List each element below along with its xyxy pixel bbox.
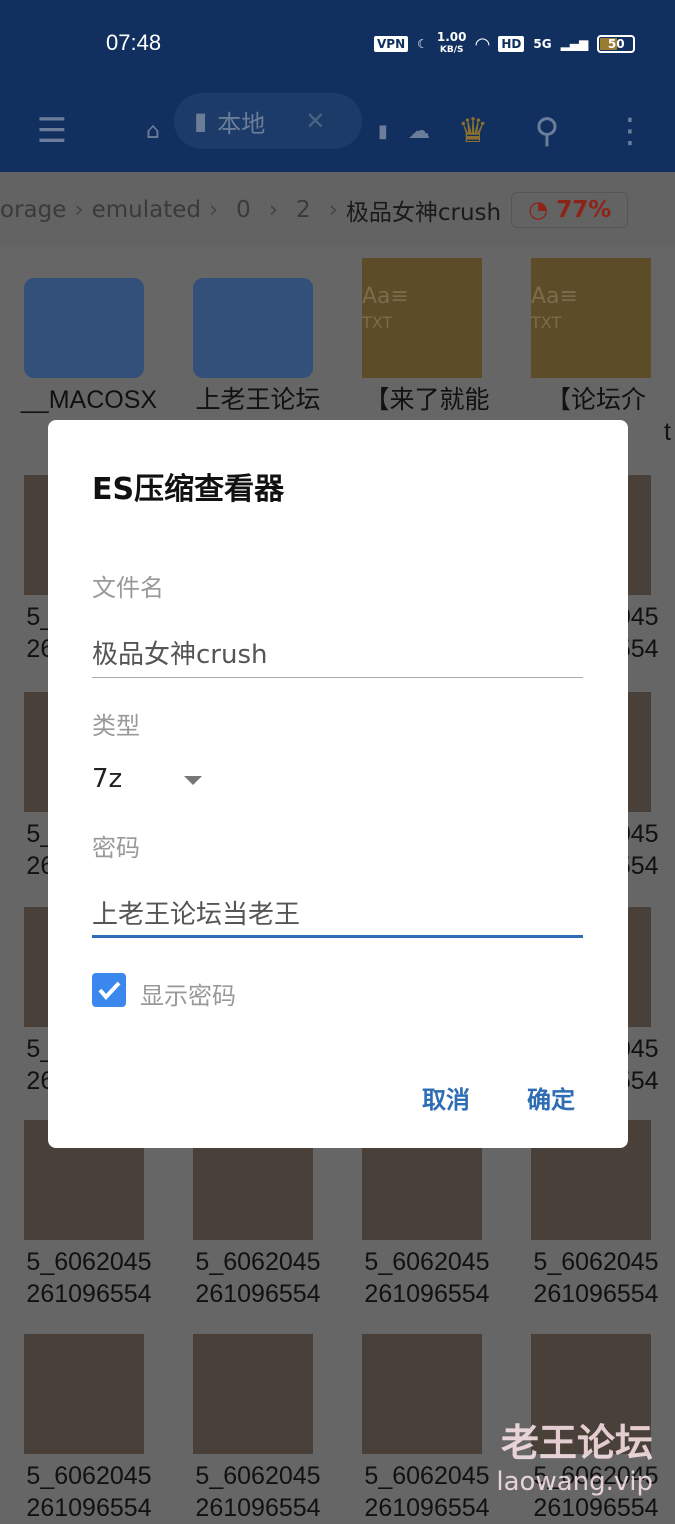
cloud-icon[interactable]: ☁ [404,90,434,172]
check-icon [98,981,121,1001]
tab-local[interactable]: ▮ 本地 ✕ [174,93,362,149]
password-input[interactable]: 上老王论坛当老王 [92,894,300,931]
ok-button[interactable]: 确定 [527,1080,575,1115]
crumb-0[interactable]: 0 [236,197,251,223]
clock: 07:48 [106,30,162,55]
show-password-checkbox[interactable] [92,973,126,1007]
cancel-button[interactable]: 取消 [422,1080,470,1115]
menu-button[interactable]: ☰ [22,90,82,172]
file-name[interactable]: 5_6062045261096554 [14,1460,164,1524]
file-name[interactable]: 5_6062045261096554 [183,1246,333,1310]
image-thumbnail[interactable] [193,1334,313,1454]
txt-glyph: Aa≡ TXT [362,284,409,332]
crumb-emulated[interactable]: emulated [92,197,201,223]
storage-usage-button[interactable]: ◔ 77% [511,191,629,228]
folder-icon[interactable] [193,278,313,378]
show-password-label[interactable]: 显示密码 [140,976,236,1011]
filename-label: 文件名 [92,574,164,602]
file-name[interactable]: 5_6062045261096554 [352,1460,502,1524]
file-name[interactable]: 5_6062045261096554 [183,1460,333,1524]
pie-chart-icon: ◔ [528,196,549,223]
file-name[interactable]: 5_6062045261096554 [521,1246,671,1310]
more-icon[interactable]: ⋮ [610,90,650,172]
file-name[interactable]: __MACOSX [14,384,164,416]
crumb-storage[interactable]: orage [0,197,66,223]
hd-icon: HD [498,36,525,52]
watermark: 老王论坛 laowang.vip [496,1421,653,1497]
signal-icon: 5G [533,37,552,51]
sd-card-icon: ▮ [194,107,208,135]
filename-underline [92,677,583,678]
crumb-2[interactable]: 2 [296,197,311,223]
file-name[interactable]: 上老王论坛 [183,384,333,416]
status-bar: 07:48 VPN ☾ 1.00 KB/S ◠ HD 5G ▂▄▆ 50 [0,0,675,90]
vpn-icon: VPN [374,36,409,52]
password-label: 密码 [92,834,140,862]
net-speed: 1.00 KB/S [436,30,467,55]
file-name[interactable]: 5_6062045261096554 [352,1246,502,1310]
tab-label: 本地 [217,109,266,138]
type-label: 类型 [92,712,140,740]
password-underline [92,935,583,938]
file-name[interactable]: 5_6062045261096554 [14,1246,164,1310]
sd-card-icon[interactable]: ▮ [368,90,398,172]
filename-input[interactable]: 极品女神crush [92,634,268,671]
breadcrumb: orage › emulated › 0 › 2 › 极品女神crush ◔ 77% [0,172,675,247]
file-name[interactable]: 【来了就能 [352,384,502,416]
dialog-title: ES压缩查看器 [92,472,285,507]
crumb-current[interactable]: 极品女神crush [346,193,501,227]
compress-dialog: ES压缩查看器 文件名 极品女神crush 类型 7z 密码 上老王论坛当老王 … [48,420,628,1148]
wifi-icon: ◠ [475,33,490,55]
txt-file-icon[interactable]: Aa≡ TXT [362,258,482,378]
battery-icon: 50 [597,35,636,53]
search-icon[interactable]: ⚲ [522,90,572,172]
signal-bars-icon: ▂▄▆ [560,37,589,51]
type-select[interactable]: 7z [92,764,122,794]
dropdown-arrow-icon[interactable] [184,776,202,785]
image-thumbnail[interactable] [24,1334,144,1454]
crown-icon[interactable]: ♛ [448,90,498,172]
home-icon[interactable]: ⌂ [138,90,168,172]
moon-icon: ☾ [417,37,428,51]
txt-file-icon[interactable]: Aa≡ TXT [531,258,651,378]
folder-icon[interactable] [24,278,144,378]
txt-glyph: Aa≡ TXT [531,284,578,332]
close-icon[interactable]: ✕ [305,107,325,135]
image-thumbnail[interactable] [362,1334,482,1454]
